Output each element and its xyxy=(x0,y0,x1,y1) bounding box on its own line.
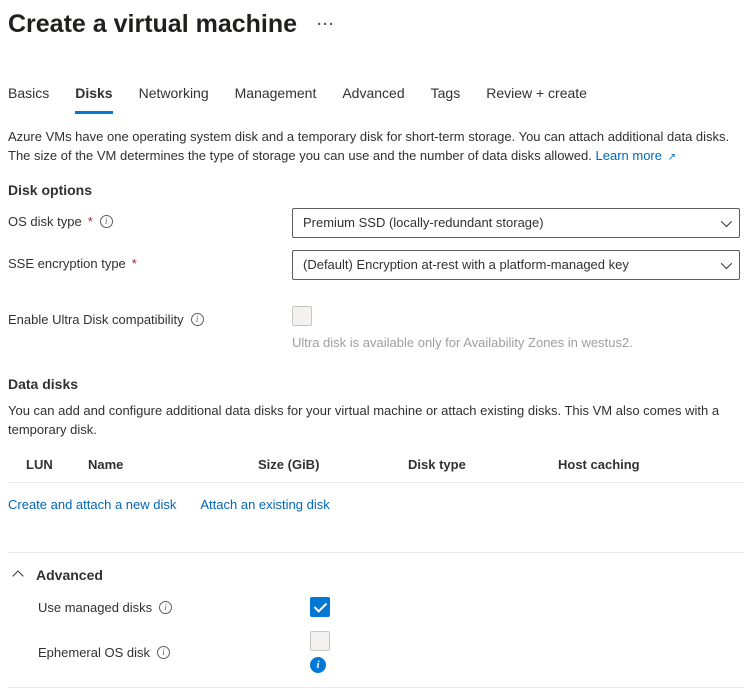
use-managed-disks-row: Use managed disks i xyxy=(8,597,744,617)
disk-links: Create and attach a new disk Attach an e… xyxy=(8,497,744,512)
tab-management[interactable]: Management xyxy=(235,79,317,114)
disk-options-heading: Disk options xyxy=(8,182,744,198)
tab-tags[interactable]: Tags xyxy=(431,79,461,114)
os-disk-type-label: OS disk type * i xyxy=(8,208,292,229)
tab-advanced[interactable]: Advanced xyxy=(342,79,404,114)
chevron-down-icon xyxy=(721,257,729,272)
divider xyxy=(8,687,744,688)
learn-more-link[interactable]: Learn more ↗ xyxy=(596,148,677,163)
info-icon[interactable]: i xyxy=(100,215,113,228)
col-lun: LUN xyxy=(8,457,88,472)
info-filled-icon[interactable]: i xyxy=(310,657,326,673)
tab-basics[interactable]: Basics xyxy=(8,79,49,114)
required-indicator: * xyxy=(132,256,137,271)
tab-review-create[interactable]: Review + create xyxy=(486,79,587,114)
ephemeral-os-disk-label: Ephemeral OS disk i xyxy=(38,645,310,660)
use-managed-disks-label: Use managed disks i xyxy=(38,600,310,615)
page-title-text: Create a virtual machine xyxy=(8,10,297,39)
use-managed-disks-checkbox[interactable] xyxy=(310,597,330,617)
col-cache: Host caching xyxy=(558,457,744,472)
page-title: Create a virtual machine ··· xyxy=(8,10,744,39)
attach-existing-disk-link[interactable]: Attach an existing disk xyxy=(200,497,329,512)
ephemeral-os-disk-checkbox xyxy=(310,631,330,651)
advanced-section-toggle[interactable]: Advanced xyxy=(8,567,744,583)
os-disk-type-row: OS disk type * i Premium SSD (locally-re… xyxy=(8,208,744,238)
info-icon[interactable]: i xyxy=(159,601,172,614)
col-size: Size (GiB) xyxy=(258,457,408,472)
ephemeral-os-disk-row: Ephemeral OS disk i i xyxy=(8,631,744,673)
more-actions-icon[interactable]: ··· xyxy=(317,16,335,33)
tabs: Basics Disks Networking Management Advan… xyxy=(8,79,744,114)
ultra-disk-checkbox xyxy=(292,306,312,326)
intro-text: Azure VMs have one operating system disk… xyxy=(8,128,744,166)
os-disk-type-select[interactable]: Premium SSD (locally-redundant storage) xyxy=(292,208,740,238)
data-disks-heading: Data disks xyxy=(8,376,744,392)
info-icon[interactable]: i xyxy=(157,646,170,659)
sse-encryption-select[interactable]: (Default) Encryption at-rest with a plat… xyxy=(292,250,740,280)
external-link-icon: ↗ xyxy=(668,152,676,163)
info-icon[interactable]: i xyxy=(191,313,204,326)
sse-encryption-row: SSE encryption type * (Default) Encrypti… xyxy=(8,250,744,280)
tab-networking[interactable]: Networking xyxy=(139,79,209,114)
divider xyxy=(8,552,744,553)
chevron-down-icon xyxy=(721,215,729,230)
ultra-disk-label: Enable Ultra Disk compatibility i xyxy=(8,306,292,327)
data-disks-table-header: LUN Name Size (GiB) Disk type Host cachi… xyxy=(8,449,744,483)
chevron-up-icon xyxy=(14,567,22,583)
tab-disks[interactable]: Disks xyxy=(75,79,112,114)
data-disks-intro: You can add and configure additional dat… xyxy=(8,402,744,440)
ultra-disk-hint: Ultra disk is available only for Availab… xyxy=(292,335,740,350)
ultra-disk-row: Enable Ultra Disk compatibility i Ultra … xyxy=(8,306,744,350)
col-name: Name xyxy=(88,457,258,472)
create-new-disk-link[interactable]: Create and attach a new disk xyxy=(8,497,176,512)
required-indicator: * xyxy=(88,214,93,229)
sse-encryption-label: SSE encryption type * xyxy=(8,250,292,271)
col-type: Disk type xyxy=(408,457,558,472)
